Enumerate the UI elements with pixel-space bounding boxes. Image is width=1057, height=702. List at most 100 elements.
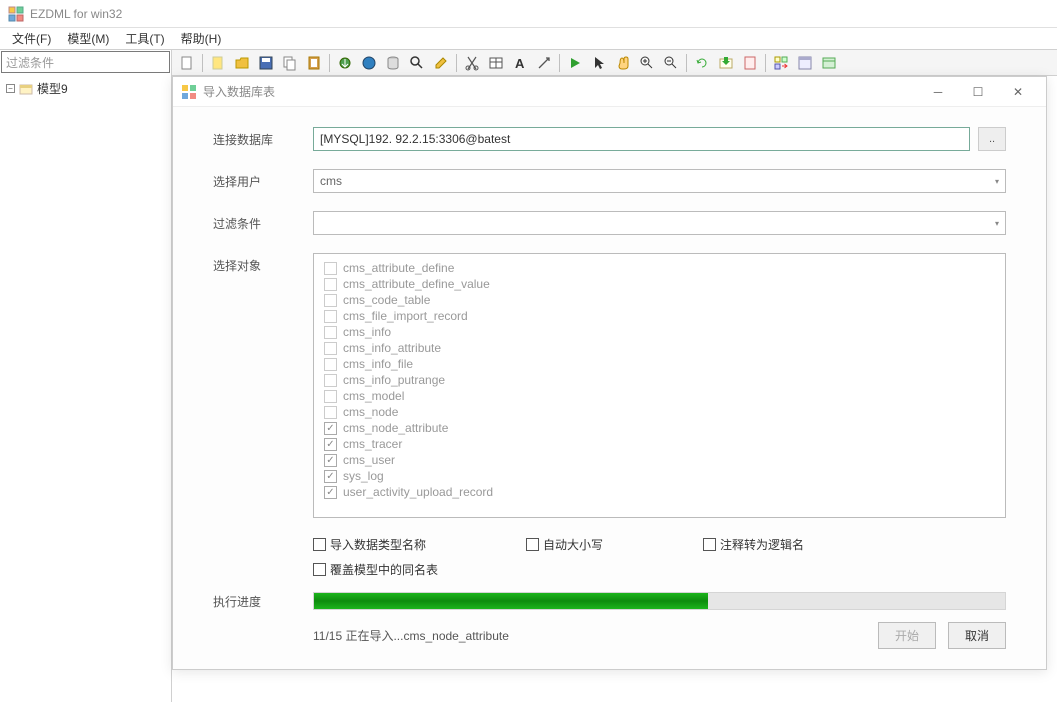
close-button[interactable]: ✕ [998, 78, 1038, 106]
label-filter: 过滤条件 [213, 211, 313, 232]
model-icon [19, 82, 33, 96]
tb-open-icon[interactable] [231, 52, 253, 74]
object-item[interactable]: cms_info_file [324, 356, 574, 372]
tb-table-icon[interactable] [485, 52, 507, 74]
object-list[interactable]: cms_attribute_define cms_attribute_define… [313, 253, 1006, 518]
opt-auto-case[interactable]: 自动大小写 [526, 536, 603, 553]
tb-paste-icon[interactable] [303, 52, 325, 74]
tb-db-icon[interactable] [382, 52, 404, 74]
svg-text:A: A [515, 56, 525, 71]
object-item-label: cms_tracer [343, 437, 402, 451]
sidebar: 过滤条件 − 模型9 [0, 50, 172, 702]
object-item[interactable]: user_activity_upload_record [324, 484, 574, 500]
menu-file[interactable]: 文件(F) [4, 28, 59, 49]
cancel-button[interactable]: 取消 [948, 622, 1006, 649]
object-item[interactable]: cms_model [324, 388, 574, 404]
object-item-label: cms_node [343, 405, 398, 419]
label-user: 选择用户 [213, 169, 313, 190]
progress-fill [314, 593, 708, 609]
menu-help[interactable]: 帮助(H) [173, 28, 230, 49]
checkbox-icon [324, 374, 337, 387]
filter-combo[interactable]: ▾ [313, 211, 1006, 235]
tb-new-file-icon[interactable] [207, 52, 229, 74]
object-item[interactable]: cms_attribute_define [324, 260, 574, 276]
tb-link-icon[interactable] [533, 52, 555, 74]
object-item[interactable]: cms_attribute_define_value [324, 276, 574, 292]
main-area: A 导入数据库表 ─ ☐ [172, 50, 1057, 702]
object-item[interactable]: cms_tracer [324, 436, 574, 452]
tb-refresh-icon[interactable] [691, 52, 713, 74]
collapse-icon[interactable]: − [6, 84, 15, 93]
tb-hand-icon[interactable] [612, 52, 634, 74]
tb-zoom-out-icon[interactable] [660, 52, 682, 74]
maximize-button[interactable]: ☐ [958, 78, 998, 106]
tb-text-icon[interactable]: A [509, 52, 531, 74]
import-dialog: 导入数据库表 ─ ☐ ✕ 连接数据库 .. 选择用户 [172, 76, 1047, 670]
tb-new-icon[interactable] [176, 52, 198, 74]
checkbox-icon [324, 326, 337, 339]
menu-tool[interactable]: 工具(T) [117, 28, 172, 49]
object-item-label: cms_info_putrange [343, 373, 445, 387]
object-item-label: cms_info_file [343, 357, 413, 371]
minimize-button[interactable]: ─ [918, 78, 958, 106]
menu-model[interactable]: 模型(M) [59, 28, 117, 49]
object-item-label: cms_attribute_define [343, 261, 454, 275]
object-item[interactable]: cms_node_attribute [324, 420, 574, 436]
opt-import-types[interactable]: 导入数据类型名称 [313, 536, 426, 553]
tb-pointer-icon[interactable] [588, 52, 610, 74]
checkbox-icon [324, 294, 337, 307]
tb-run-icon[interactable] [564, 52, 586, 74]
tb-settings-icon[interactable] [818, 52, 840, 74]
conn-browse-button[interactable]: .. [978, 127, 1006, 151]
object-item[interactable]: cms_file_import_record [324, 308, 574, 324]
checkbox-icon [324, 454, 337, 467]
status-text: 11/15 正在导入...cms_node_attribute [313, 627, 866, 644]
user-combo[interactable]: cms ▾ [313, 169, 1006, 193]
sidebar-filter-input[interactable]: 过滤条件 [1, 51, 170, 73]
checkbox-icon [324, 438, 337, 451]
object-item[interactable]: cms_info_putrange [324, 372, 574, 388]
tb-find-icon[interactable] [406, 52, 428, 74]
opt-comment-logic[interactable]: 注释转为逻辑名 [703, 536, 804, 553]
app-icon [8, 6, 24, 22]
tb-export-icon[interactable] [358, 52, 380, 74]
tb-batch-icon[interactable] [770, 52, 792, 74]
model-tree[interactable]: − 模型9 [0, 74, 171, 702]
tb-export2-icon[interactable] [715, 52, 737, 74]
object-item-label: user_activity_upload_record [343, 485, 493, 499]
tree-node-model[interactable]: − 模型9 [4, 78, 167, 99]
tb-window-icon[interactable] [794, 52, 816, 74]
label-progress: 执行进度 [213, 593, 313, 610]
menubar: 文件(F) 模型(M) 工具(T) 帮助(H) [0, 28, 1057, 50]
object-item-label: cms_attribute_define_value [343, 277, 490, 291]
object-item-label: cms_code_table [343, 293, 430, 307]
app-titlebar: EZDML for win32 [0, 0, 1057, 28]
checkbox-icon [324, 278, 337, 291]
tb-save-icon[interactable] [255, 52, 277, 74]
tb-import-icon[interactable] [334, 52, 356, 74]
opt-overwrite[interactable]: 覆盖模型中的同名表 [313, 561, 1006, 578]
start-button[interactable]: 开始 [878, 622, 936, 649]
tb-edit-icon[interactable] [430, 52, 452, 74]
tb-cut-icon[interactable] [461, 52, 483, 74]
object-item-label: cms_model [343, 389, 404, 403]
checkbox-icon [324, 342, 337, 355]
checkbox-icon [313, 563, 326, 576]
object-item[interactable]: cms_info [324, 324, 574, 340]
checkbox-icon [324, 486, 337, 499]
checkbox-icon [324, 358, 337, 371]
object-item[interactable]: cms_user [324, 452, 574, 468]
object-item[interactable]: cms_info_attribute [324, 340, 574, 356]
tb-copy-icon[interactable] [279, 52, 301, 74]
checkbox-icon [324, 262, 337, 275]
tb-zoom-in-icon[interactable] [636, 52, 658, 74]
object-item[interactable]: cms_code_table [324, 292, 574, 308]
tb-pdf-icon[interactable] [739, 52, 761, 74]
object-item[interactable]: cms_node [324, 404, 574, 420]
conn-input[interactable] [313, 127, 970, 151]
object-item-label: cms_user [343, 453, 395, 467]
checkbox-icon [526, 538, 539, 551]
object-item-label: cms_info_attribute [343, 341, 441, 355]
object-item-label: sys_log [343, 469, 384, 483]
object-item[interactable]: sys_log [324, 468, 574, 484]
